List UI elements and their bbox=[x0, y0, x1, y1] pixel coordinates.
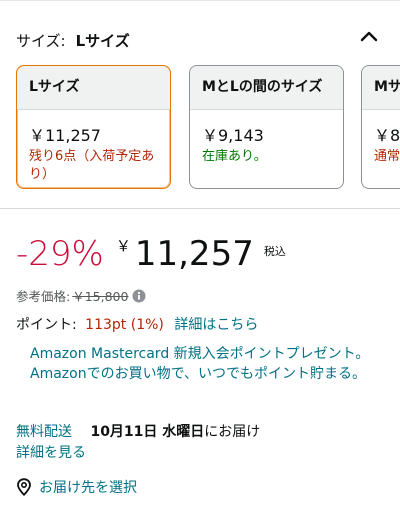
chevron-up-icon[interactable] bbox=[358, 27, 380, 45]
points-details-link[interactable]: 詳細はこちら bbox=[174, 317, 258, 333]
size-option-name: Mサイズ bbox=[362, 66, 400, 110]
size-selector-header: サイズ: Lサイズ bbox=[16, 30, 130, 51]
size-option-price: ￥9,143 bbox=[202, 126, 264, 145]
info-icon[interactable] bbox=[132, 289, 146, 303]
points-amount: 113pt bbox=[85, 317, 127, 333]
currency-symbol: ￥ bbox=[115, 237, 131, 255]
select-location-label: お届け先を選択 bbox=[39, 480, 137, 496]
size-option-stock: 残り6点（入荷予定あり） bbox=[29, 149, 155, 182]
selected-size: Lサイズ bbox=[75, 32, 130, 50]
select-location[interactable]: お届け先を選択 bbox=[16, 477, 137, 497]
size-label: サイズ: bbox=[16, 32, 66, 50]
size-option-name: Lサイズ bbox=[17, 66, 170, 110]
size-option-stock: 通常…発送 bbox=[374, 149, 400, 164]
size-option-price: ￥11,257 bbox=[29, 126, 101, 145]
size-options: Lサイズ ￥11,257 残り6点（入荷予定あり） MとLの間のサイズ ￥9,1… bbox=[16, 65, 400, 191]
tax-note: 税込 bbox=[263, 245, 286, 258]
size-option-name: MとLの間のサイズ bbox=[190, 66, 343, 110]
section-divider bbox=[0, 208, 400, 209]
points-value: 113pt (1%) bbox=[85, 317, 164, 333]
size-option-l[interactable]: Lサイズ ￥11,257 残り6点（入荷予定あり） bbox=[16, 65, 171, 189]
size-option-price: ￥8 bbox=[374, 126, 400, 145]
discount-percent: -29% bbox=[16, 234, 104, 274]
location-pin-icon bbox=[17, 478, 31, 496]
delivery-row: 無料配送 10月11日 水曜日にお届け bbox=[16, 421, 260, 441]
promo-link[interactable]: Amazon Mastercard 新規入会ポイントプレゼント。Amazonでの… bbox=[30, 344, 375, 384]
list-price-label: 参考価格: bbox=[16, 289, 71, 304]
delivery-date: 10月11日 水曜日 bbox=[90, 424, 205, 440]
top-divider bbox=[0, 0, 400, 1]
size-option-m-l[interactable]: MとLの間のサイズ ￥9,143 在庫あり。 bbox=[189, 65, 344, 189]
size-option-m[interactable]: Mサイズ ￥8 通常…発送 bbox=[361, 65, 400, 189]
points-label: ポイント: bbox=[16, 317, 77, 333]
delivery-details-link[interactable]: 詳細を見る bbox=[16, 442, 86, 462]
size-option-stock: 在庫あり。 bbox=[202, 149, 267, 164]
free-delivery-link[interactable]: 無料配送 bbox=[16, 424, 72, 440]
delivery-suffix: にお届け bbox=[204, 424, 261, 440]
list-price-row: 参考価格: ￥15,800 bbox=[16, 286, 146, 305]
points-percent: (1%) bbox=[130, 317, 164, 333]
list-price: ￥15,800 bbox=[72, 289, 129, 304]
current-price: 11,257 bbox=[134, 234, 254, 274]
price-block: -29% ￥ 11,257 税込 bbox=[16, 232, 286, 280]
points-row: ポイント: 113pt (1%) 詳細はこちら bbox=[16, 314, 258, 334]
